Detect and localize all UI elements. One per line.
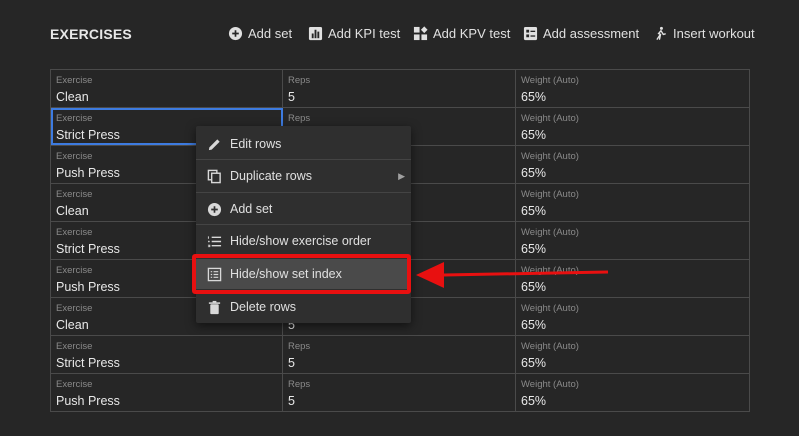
add-kpi-test-label: Add KPI test	[328, 26, 401, 41]
delete-rows-label: Delete rows	[230, 300, 296, 314]
cell-label: Weight (Auto)	[521, 227, 579, 238]
menu-item-edit-rows[interactable]: Edit rows	[196, 129, 411, 159]
weight-cell[interactable]: Weight (Auto) 65%	[516, 146, 749, 183]
cell-value: 5	[288, 90, 295, 104]
add-set-menu-label: Add set	[230, 202, 273, 216]
cell-label: Weight (Auto)	[521, 75, 579, 86]
reps-cell[interactable]: Reps 5	[283, 336, 516, 373]
section-title: EXERCISES	[50, 26, 132, 42]
weight-cell[interactable]: Weight (Auto) 65%	[516, 222, 749, 259]
trash-icon	[208, 300, 221, 314]
submenu-arrow-icon: ▶	[398, 170, 405, 181]
menu-divider	[196, 192, 411, 193]
widgets-icon	[413, 26, 428, 41]
pencil-icon	[208, 138, 220, 150]
exercise-cell[interactable]: Exercise Strict Press	[51, 336, 283, 373]
cell-value: 65%	[521, 394, 547, 408]
add-set-button[interactable]: Add set	[228, 26, 292, 41]
cell-label: Weight (Auto)	[521, 151, 579, 162]
cell-value: 65%	[521, 242, 547, 256]
cell-label: Weight (Auto)	[521, 303, 579, 314]
cell-value: 65%	[521, 90, 547, 104]
person-walking-icon	[656, 26, 666, 40]
reps-cell[interactable]: Reps 5	[283, 374, 516, 411]
edit-rows-label: Edit rows	[230, 137, 282, 151]
assessment-icon	[523, 26, 538, 41]
insert-workout-label: Insert workout	[673, 26, 755, 41]
cell-label: Exercise	[56, 75, 93, 86]
exercise-cell[interactable]: Exercise Push Press	[51, 374, 283, 411]
add-kpv-test-label: Add KPV test	[433, 26, 511, 41]
cell-label: Reps	[288, 379, 311, 390]
weight-cell[interactable]: Weight (Auto) 65%	[516, 70, 749, 107]
cell-label: Reps	[288, 341, 311, 352]
add-assessment-label: Add assessment	[543, 26, 640, 41]
cell-value: 65%	[521, 318, 547, 332]
cell-label: Reps	[288, 113, 311, 124]
plus-circle-icon	[207, 202, 222, 216]
weight-cell[interactable]: Weight (Auto) 65%	[516, 184, 749, 221]
annotation-arrow	[416, 262, 609, 288]
table-row[interactable]: Exercise Push Press Reps 5 Weight (Auto) 65%	[51, 374, 749, 412]
reps-cell[interactable]: Reps 5	[283, 70, 516, 107]
table-row[interactable]: Exercise Clean Reps 5 Weight (Auto) 65%	[51, 70, 749, 108]
menu-item-toggle-exercise-order[interactable]: Hide/show exercise order	[196, 226, 411, 256]
cell-label: Weight (Auto)	[521, 341, 579, 352]
ordered-list-icon	[207, 235, 222, 247]
cell-value: 65%	[521, 128, 547, 142]
cell-label: Exercise	[56, 113, 93, 124]
cell-label: Exercise	[56, 341, 93, 352]
menu-item-duplicate-rows[interactable]: Duplicate rows ▶	[196, 161, 411, 191]
toggle-order-label: Hide/show exercise order	[230, 234, 372, 248]
cell-value: Clean	[56, 90, 89, 104]
add-set-label: Add set	[248, 26, 293, 41]
weight-cell[interactable]: Weight (Auto) 65%	[516, 298, 749, 335]
table-row[interactable]: Exercise Strict Press Reps 5 Weight (Auto) 65…	[51, 336, 749, 374]
cell-label: Reps	[288, 75, 311, 86]
cell-label: Weight (Auto)	[521, 113, 579, 124]
highlight-box	[192, 254, 411, 294]
cell-value: 65%	[521, 166, 547, 180]
cell-value: Strict Press	[56, 356, 120, 370]
weight-cell[interactable]: Weight (Auto) 65%	[516, 108, 749, 145]
copy-icon	[207, 169, 221, 183]
add-assessment-button[interactable]: Add assessment	[523, 26, 639, 41]
cell-label: Weight (Auto)	[521, 379, 579, 390]
cell-value: Push Press	[56, 394, 120, 408]
weight-cell[interactable]: Weight (Auto) 65%	[516, 374, 749, 411]
add-kpv-test-button[interactable]: Add KPV test	[413, 26, 510, 41]
duplicate-rows-label: Duplicate rows	[230, 169, 312, 183]
cell-label: Weight (Auto)	[521, 189, 579, 200]
cell-value: 5	[288, 356, 295, 370]
insert-workout-button[interactable]: Insert workout	[653, 26, 755, 41]
cell-value: 65%	[521, 356, 547, 370]
cell-value: 65%	[521, 204, 547, 218]
weight-cell[interactable]: Weight (Auto) 65%	[516, 336, 749, 373]
bar-chart-icon	[308, 26, 323, 41]
cell-label: Exercise	[56, 379, 93, 390]
menu-divider	[196, 159, 411, 160]
exercise-cell[interactable]: Exercise Clean	[51, 70, 283, 107]
cell-value: 5	[288, 394, 295, 408]
add-kpi-test-button[interactable]: Add KPI test	[308, 26, 400, 41]
plus-circle-icon	[228, 26, 243, 41]
menu-divider	[196, 224, 411, 225]
menu-item-add-set[interactable]: Add set	[196, 194, 411, 224]
menu-item-delete-rows[interactable]: Delete rows	[196, 292, 411, 322]
